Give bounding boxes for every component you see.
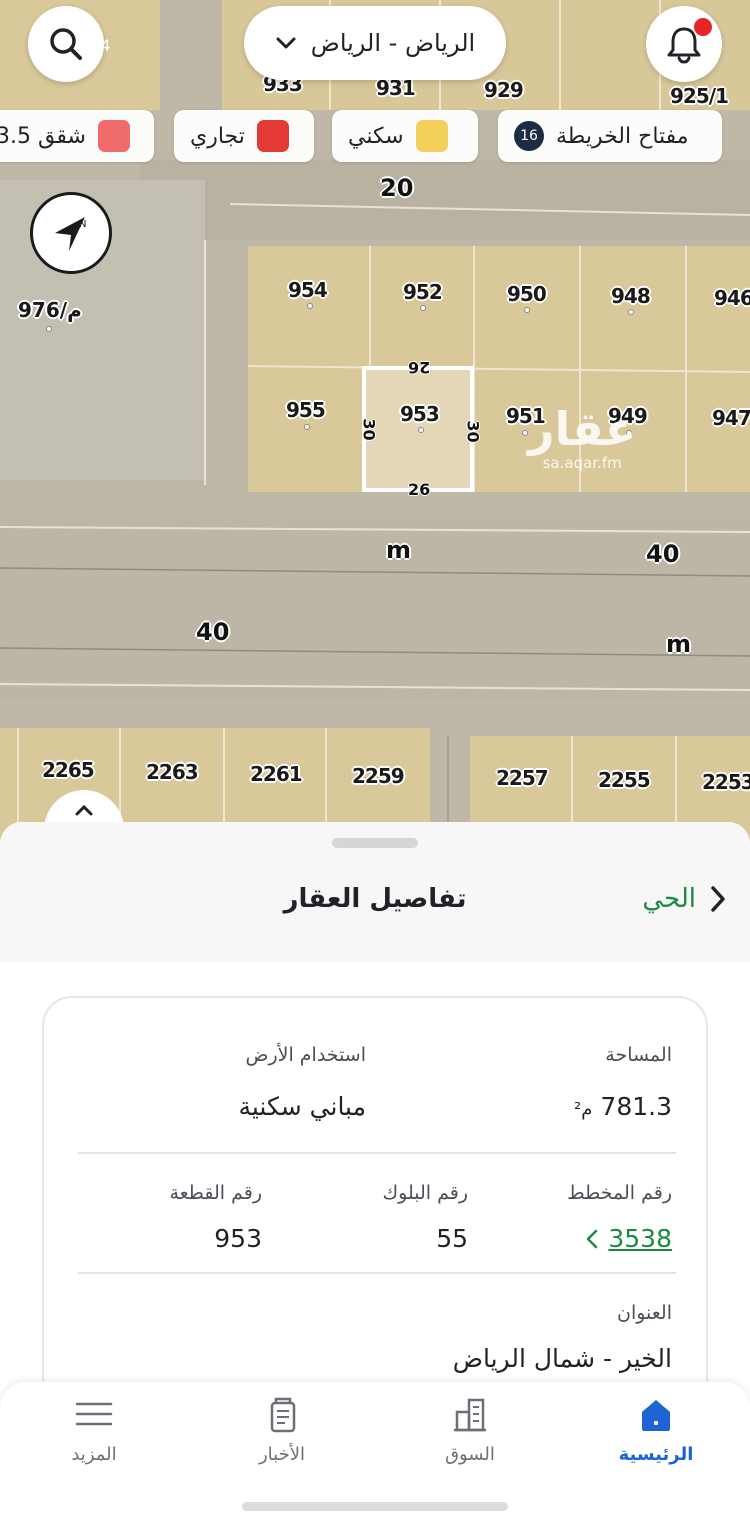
residential-swatch [415, 120, 448, 152]
neighborhood-link-label: الحي [642, 884, 696, 914]
map-key-button[interactable]: 16 مفتاح الخريطة [498, 110, 722, 162]
plot-dimension-right: 30 [463, 420, 483, 443]
plot-marker [304, 424, 310, 430]
city-name: الرياض - الرياض [310, 29, 476, 57]
plot-label[interactable]: 946 [714, 286, 750, 310]
area-unit: م² [574, 1099, 593, 1120]
area-value: م² 781.3 [574, 1092, 672, 1121]
address-label: العنوان [616, 1302, 672, 1324]
legend-apartments[interactable]: شقق 3.5 [0, 110, 154, 162]
address-value: الخير - شمال الرياض [452, 1344, 672, 1373]
tab-more-label: المزيد [71, 1444, 117, 1465]
plot-dimension-bottom: 26 [408, 480, 431, 499]
street-label: 40 [646, 540, 680, 568]
tab-home[interactable]: الرئيسية [586, 1396, 726, 1476]
plot-label[interactable]: 947 [712, 406, 750, 430]
plan-link[interactable]: 3538 [586, 1224, 672, 1253]
plot-label[interactable]: 948 [611, 284, 651, 308]
buildings-icon [454, 1398, 486, 1432]
compass-button[interactable]: N [30, 192, 112, 274]
notification-dot [694, 18, 712, 36]
street-label: m [666, 630, 692, 658]
legend-commercial[interactable]: تجاري [174, 110, 314, 162]
chevron-down-icon [276, 37, 296, 49]
land-use-value: مباني سكنية [238, 1092, 366, 1121]
plot-label[interactable]: 2257 [496, 766, 549, 790]
legend-apartments-label: شقق 3.5 [0, 123, 86, 149]
area-label: المساحة [605, 1044, 672, 1066]
neighborhood-link[interactable]: الحي [642, 884, 726, 914]
area-number: 781.3 [600, 1092, 672, 1121]
sheet-grabber[interactable] [332, 838, 418, 848]
map-search-button[interactable]: 974 [28, 6, 111, 82]
tab-market-label: السوق [445, 1444, 495, 1465]
plot-marker [46, 326, 52, 332]
chevron-left-icon [587, 1229, 598, 1248]
legend-commercial-label: تجاري [190, 123, 245, 149]
legend-residential[interactable]: سكني [332, 110, 478, 162]
plot-marker [418, 427, 424, 433]
plot-label[interactable]: 953 [400, 402, 440, 426]
home-indicator [242, 1502, 508, 1511]
plot-marker [628, 309, 634, 315]
tab-more[interactable]: المزيد [24, 1396, 164, 1476]
plot-marker [307, 303, 313, 309]
chevron-right-icon [711, 886, 725, 912]
bottom-tab-bar: الرئيسية السوق الأخبار المزيد [0, 1382, 750, 1526]
block-label: رقم البلوك [382, 1182, 468, 1204]
home-icon [642, 1400, 670, 1431]
legend-residential-label: سكني [348, 123, 404, 149]
search-badge-text: 974 [80, 36, 111, 55]
plot-label[interactable]: 976/م [18, 298, 83, 322]
plot-label[interactable]: 2263 [146, 760, 199, 784]
map-key-count: 16 [514, 121, 544, 151]
menu-icon [75, 1402, 113, 1426]
plot-label[interactable]: 2265 [42, 758, 95, 782]
plot-marker [524, 307, 530, 313]
street-label: m [386, 536, 412, 564]
plot-marker [420, 305, 426, 311]
city-selector[interactable]: الرياض - الرياض [244, 6, 506, 80]
notifications-button[interactable] [646, 6, 722, 82]
tab-market[interactable]: السوق [400, 1396, 540, 1476]
plot-label[interactable]: 925/1 [670, 84, 729, 108]
sheet-header: تفاصيل العقار الحي [0, 822, 750, 962]
plot-number-label: رقم القطعة [169, 1182, 262, 1204]
street-label: 20 [380, 174, 414, 202]
plot-label[interactable]: 952 [403, 280, 443, 304]
block-value: 55 [436, 1224, 468, 1253]
document-icon [270, 1397, 296, 1433]
plot-number-value: 953 [214, 1224, 262, 1253]
commercial-swatch [256, 120, 289, 152]
sheet-title: تفاصيل العقار [283, 884, 467, 914]
plot-dimension-left: 30 [359, 418, 379, 441]
chevron-up-icon [75, 804, 93, 816]
plot-label[interactable]: 2253 [702, 770, 750, 794]
tab-news-label: الأخبار [258, 1444, 305, 1465]
tab-news[interactable]: الأخبار [212, 1396, 352, 1476]
plan-label: رقم المخطط [567, 1182, 672, 1204]
plot-label[interactable]: 955 [286, 398, 326, 422]
compass-icon: N [55, 217, 86, 251]
apartments-swatch [97, 120, 130, 152]
plot-label[interactable]: 950 [507, 282, 547, 306]
aqar-watermark: عقار sa.aqar.fm [528, 402, 637, 472]
plot-label[interactable]: 954 [288, 278, 328, 302]
land-use-label: استخدام الأرض [245, 1044, 366, 1066]
map-view[interactable]: 933 931 929 925/1 20 976/م 954 952 950 9… [0, 0, 750, 860]
plot-label[interactable]: 2259 [352, 764, 405, 788]
divider [78, 1272, 676, 1274]
plot-dimension-top: 26 [408, 358, 431, 377]
divider [78, 1152, 676, 1154]
street-label: 40 [196, 618, 230, 646]
plot-label[interactable]: 929 [484, 78, 524, 102]
tab-home-label: الرئيسية [618, 1444, 694, 1465]
svg-text:N: N [79, 219, 86, 230]
map-key-label: مفتاح الخريطة [556, 123, 689, 149]
plan-number: 3538 [608, 1224, 672, 1253]
plot-label[interactable]: 2261 [250, 762, 303, 786]
plot-label[interactable]: 2255 [598, 768, 651, 792]
